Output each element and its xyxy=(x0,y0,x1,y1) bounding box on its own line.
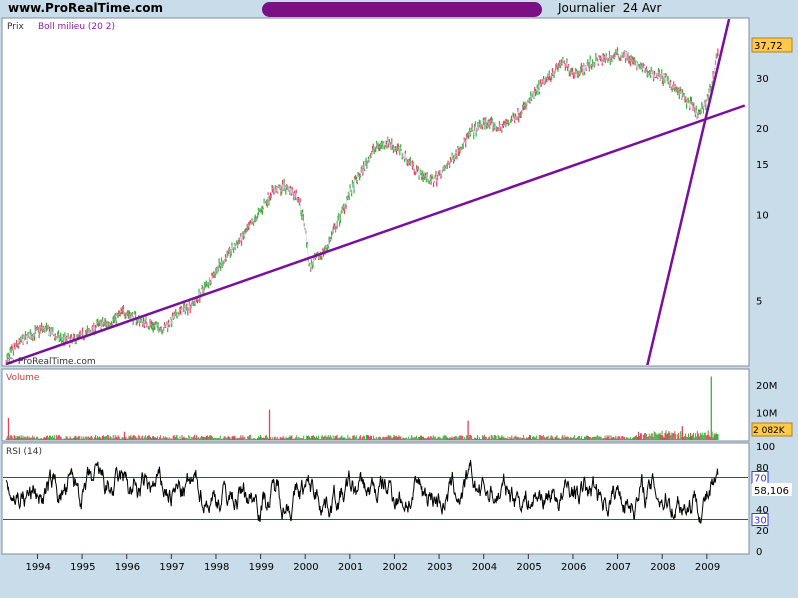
rsi-level-tag-label: 70 xyxy=(754,474,767,485)
x-tick-label: 1994 xyxy=(25,562,50,573)
x-tick-label: 2008 xyxy=(650,562,675,573)
bollinger-legend-label: Boll milieu (20 2) xyxy=(38,22,115,32)
x-tick-label: 1996 xyxy=(115,562,140,573)
x-tick-label: 2006 xyxy=(561,562,586,573)
rsi-tick-label: 0 xyxy=(756,547,762,558)
volume-last-value: 2 082K xyxy=(753,426,786,436)
price-tick-label: 20 xyxy=(756,124,769,135)
stock-chart[interactable]: 1994 1995 1996 1997 1998 1999 2000 2001 2002 2003… xyxy=(0,0,798,598)
price-tick-label: 30 xyxy=(756,74,769,85)
price-tick-label: 15 xyxy=(756,160,769,171)
volume-label: Volume xyxy=(6,373,40,383)
volume-tick-label: 20M xyxy=(756,381,777,392)
price-tick-label: 10 xyxy=(756,210,769,221)
volume-tick-label: 10M xyxy=(756,408,777,419)
price-tick-label: 5 xyxy=(756,296,762,307)
price-legend-label: Prix xyxy=(7,22,24,32)
x-tick-label: 2000 xyxy=(293,562,318,573)
x-tick-label: 1998 xyxy=(204,562,229,573)
x-tick-label: 2002 xyxy=(382,562,407,573)
x-tick-label: 1999 xyxy=(249,562,274,573)
x-tick-label: 1997 xyxy=(159,562,184,573)
rsi-tick-label: 20 xyxy=(756,526,769,537)
x-tick-label: 2001 xyxy=(338,562,363,573)
rsi-last-value: 58,106 xyxy=(754,486,789,497)
x-tick-label: 2007 xyxy=(606,562,631,573)
volume-panel[interactable] xyxy=(1,368,750,442)
x-tick-label: 2003 xyxy=(427,562,452,573)
x-tick-label: 2009 xyxy=(695,562,720,573)
x-tick-label: 2005 xyxy=(516,562,541,573)
rsi-label: RSI (14) xyxy=(6,447,42,457)
x-tick-label: 1995 xyxy=(70,562,95,573)
price-last-value: 37,72 xyxy=(754,41,783,52)
rsi-tick-label: 100 xyxy=(756,442,775,453)
watermark: © ProRealTime.com xyxy=(6,357,96,367)
x-tick-label: 2004 xyxy=(472,562,497,573)
rsi-level-tag-label: 30 xyxy=(754,516,767,527)
